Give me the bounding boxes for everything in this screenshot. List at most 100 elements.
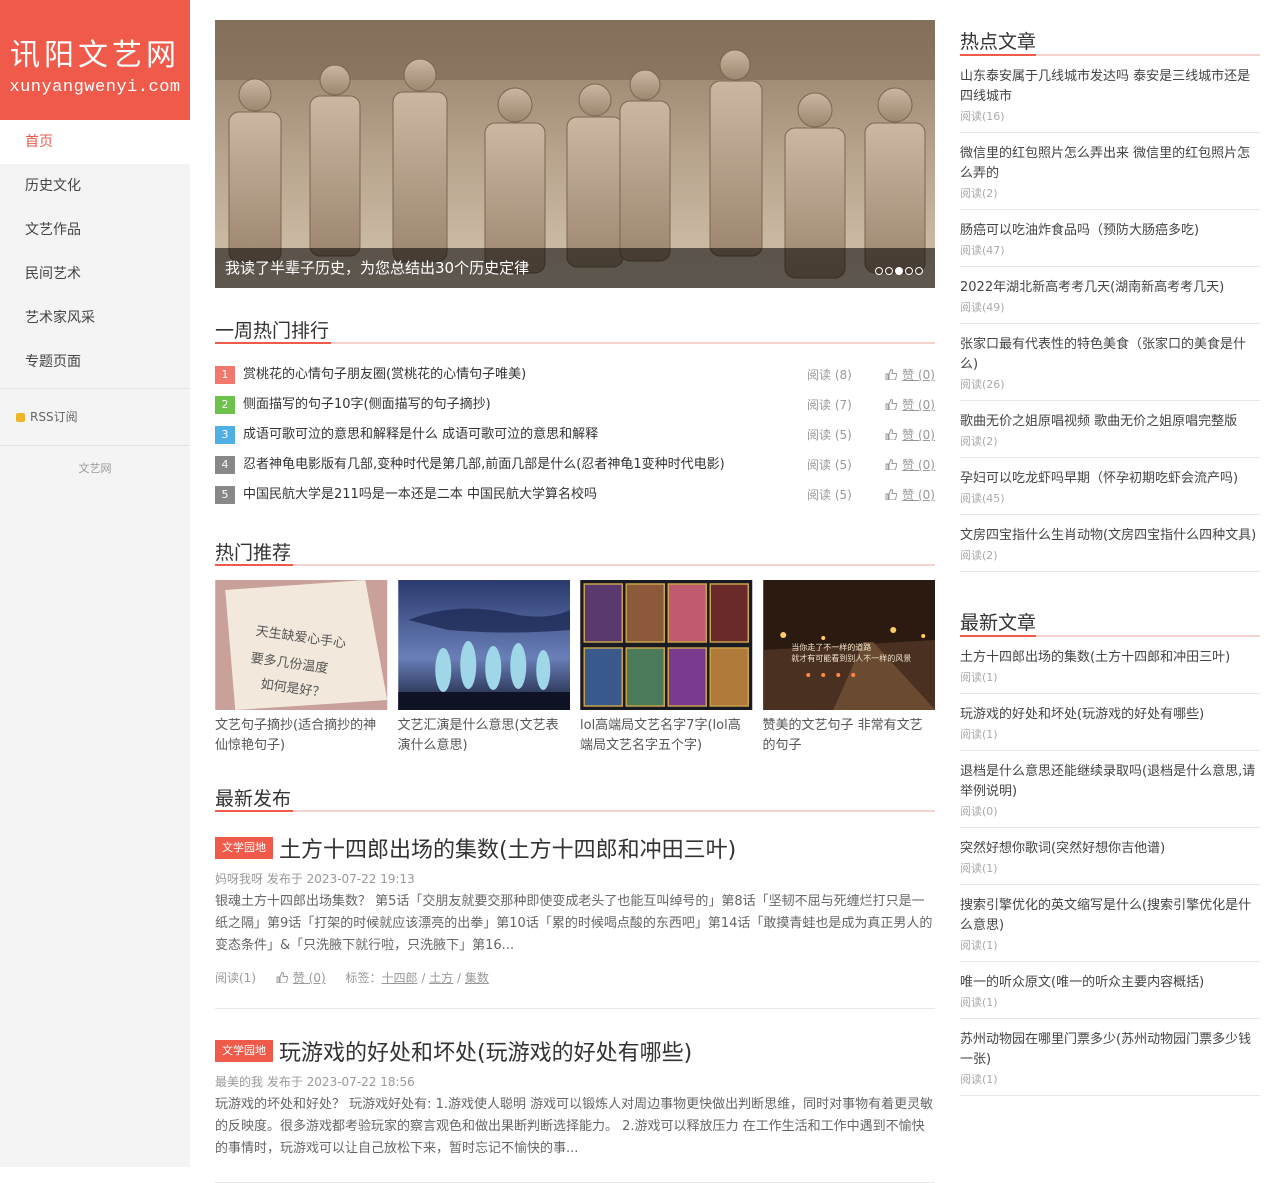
- nav-item-artists[interactable]: 艺术家风采: [0, 296, 190, 340]
- hot-article-title[interactable]: 微信里的红包照片怎么弄出来 微信里的红包照片怎么弄的: [960, 144, 1260, 184]
- thumbs-up-icon: [885, 369, 898, 380]
- ranking-like-button[interactable]: 赞 (0): [885, 390, 935, 420]
- night-text-line-2: 就才有可能看到别人不一样的风景: [791, 653, 911, 663]
- rank-number-badge: 2: [215, 396, 235, 414]
- ranking-like-button[interactable]: 赞 (0): [885, 360, 935, 390]
- post-tag[interactable]: 十四郎: [382, 971, 418, 985]
- hot-article-read-count: 阅读(2): [960, 435, 998, 448]
- ranking-item-title[interactable]: 侧面描写的句子10字(侧面描写的句子摘抄): [243, 397, 491, 412]
- post-tag[interactable]: 土方: [429, 971, 453, 985]
- ranking-item-title[interactable]: 忍者神龟电影版有几部,变种时代是第几部,前面几部是什么(忍者神龟1变种时代电影): [243, 457, 725, 472]
- site-name-cn: 讯阳文艺网: [10, 38, 180, 73]
- new-article-title[interactable]: 突然好想你歌词(突然好想你吉他谱): [960, 839, 1260, 859]
- hot-article-title[interactable]: 文房四宝指什么生肖动物(文房四宝指什么四种文具): [960, 526, 1260, 546]
- post-title[interactable]: 玩游戏的好处和坏处(玩游戏的好处有哪些): [279, 1041, 692, 1066]
- recommend-title: 热门推荐: [215, 538, 294, 566]
- hot-article-read-count: 阅读(2): [960, 549, 998, 562]
- post-tag-text: 十四郎: [381, 971, 418, 985]
- ranking-like-button[interactable]: 赞 (0): [885, 450, 935, 480]
- ranking-row: 1 赏桃花的心情句子朋友圈(赏桃花的心情句子唯美) 阅读 (8) 赞 (0): [215, 360, 935, 390]
- post-tag[interactable]: 集数: [465, 971, 489, 985]
- sidebar-footer: 文艺网: [78, 462, 112, 475]
- slider-caption-bar: 我读了半辈子历史，为您总结出30个历史定律: [215, 248, 935, 288]
- post-meta: 妈呀我呀 发布于 2023-07-22 19:13: [215, 870, 935, 887]
- nav-item-special-topics[interactable]: 专题页面: [0, 340, 190, 384]
- new-article-title[interactable]: 苏州动物园在哪里门票多少(苏州动物园门票多少钱一张): [960, 1030, 1260, 1070]
- nav-item-folk-art[interactable]: 民间艺术: [0, 252, 190, 296]
- ranking-item-title[interactable]: 中国民航大学是211吗是一本还是二本 中国民航大学算名校吗: [243, 487, 597, 502]
- recommend-caption: lol高端局文艺名字7字(lol高端局文艺名字五个字): [580, 718, 741, 753]
- hot-article-title[interactable]: 张家口最有代表性的特色美食（张家口的美食是什么): [960, 335, 1260, 375]
- slider-dot[interactable]: [895, 267, 903, 275]
- post-category-badge[interactable]: 文学园地: [215, 1040, 273, 1062]
- weekly-ranking-title: 一周热门排行: [215, 316, 332, 344]
- new-article-item: 土方十四郎出场的集数(土方十四郎和冲田三叶) 阅读(1): [960, 637, 1260, 694]
- new-article-item: 唯一的听众原文(唯一的听众主要内容概括) 阅读(1): [960, 962, 1260, 1019]
- ranking-item-title[interactable]: 成语可歌可泣的意思和解释是什么 成语可歌可泣的意思和解释: [243, 427, 598, 442]
- recommend-card[interactable]: 天生缺爱心手心 要多几份温度 如何是好？ 文艺句子摘抄(适合摘抄的神仙惊艳句子): [215, 580, 388, 756]
- post-item: 文学园地 玩游戏的好处和坏处(玩游戏的好处有哪些) 最美的我 发布于 2023-0…: [215, 1035, 935, 1183]
- hot-article-title[interactable]: 肠癌可以吃油炸食品吗（预防大肠癌多吃): [960, 221, 1260, 241]
- recommend-heading: 热门推荐: [215, 538, 935, 566]
- thumbs-up-icon: [885, 489, 898, 500]
- post-tag-text: 土方: [429, 971, 454, 985]
- weekly-ranking-heading: 一周热门排行: [215, 316, 935, 344]
- new-article-title[interactable]: 土方十四郎出场的集数(土方十四郎和冲田三叶): [960, 648, 1260, 668]
- slider-caption[interactable]: 我读了半辈子历史，为您总结出30个历史定律: [225, 248, 529, 288]
- post-date: 发布于 2023-07-22 19:13: [266, 872, 415, 886]
- ranking-read-count: 阅读 (5): [807, 428, 852, 442]
- nav-item-home[interactable]: 首页: [0, 120, 190, 164]
- new-article-item: 突然好想你歌词(突然好想你吉他谱) 阅读(1): [960, 828, 1260, 885]
- hot-article-read-count: 阅读(26): [960, 378, 1005, 391]
- slider-dot[interactable]: [875, 267, 883, 275]
- recommend-caption: 赞美的文艺句子 非常有文艺的句子: [762, 718, 923, 753]
- new-article-read-count: 阅读(1): [960, 862, 998, 875]
- post-author: 最美的我: [215, 1075, 264, 1089]
- hero-slider[interactable]: 我读了半辈子历史，为您总结出30个历史定律: [215, 20, 935, 288]
- post-title[interactable]: 土方十四郎出场的集数(土方十四郎和冲田三叶): [279, 838, 736, 863]
- hot-article-item: 肠癌可以吃油炸食品吗（预防大肠癌多吃) 阅读(47): [960, 210, 1260, 267]
- ranking-row: 5 中国民航大学是211吗是一本还是二本 中国民航大学算名校吗 阅读 (5) 赞 (0…: [215, 480, 935, 510]
- new-articles-heading: 最新文章: [960, 608, 1260, 637]
- slider-dot[interactable]: [915, 267, 923, 275]
- nav-item-literary-works[interactable]: 文艺作品: [0, 208, 190, 252]
- new-article-title[interactable]: 退档是什么意思还能继续录取吗(退档是什么意思,请举例说明): [960, 762, 1260, 802]
- nav-item-history-culture[interactable]: 历史文化: [0, 164, 190, 208]
- hot-article-title[interactable]: 歌曲无价之姐原唱视频 歌曲无价之姐原唱完整版: [960, 412, 1260, 432]
- post-excerpt: 玩游戏的坏处和好处？ 玩游戏好处有: 1.游戏使人聪明 游戏可以锻炼人对周边事物…: [215, 1097, 934, 1156]
- post-excerpt: 银魂土方十四郎出场集数？ 第5话「交朋友就要交那种即使变成老头了也能互叫绰号的」…: [215, 894, 933, 953]
- latest-title: 最新发布: [215, 784, 294, 812]
- recommend-card[interactable]: 当你走了不一样的道路 就才有可能看到别人不一样的风景 赞美的文艺句子 非常有文艺…: [763, 580, 936, 756]
- hot-article-title[interactable]: 山东泰安属于几线城市发达吗 泰安是三线城市还是四线城市: [960, 67, 1260, 107]
- slider-dot[interactable]: [885, 267, 893, 275]
- ranking-like-count: 赞 (0): [902, 428, 935, 442]
- post-read-count: 阅读(1): [215, 971, 256, 985]
- rss-label: RSS订阅: [30, 410, 78, 424]
- ranking-item-title[interactable]: 赏桃花的心情句子朋友圈(赏桃花的心情句子唯美): [243, 367, 526, 382]
- site-logo[interactable]: 讯阳文艺网 xunyangwenyi.com: [0, 0, 190, 120]
- rss-link[interactable]: RSS订阅: [0, 389, 190, 446]
- recommend-card[interactable]: lol高端局文艺名字7字(lol高端局文艺名字五个字): [580, 580, 753, 756]
- ranking-row: 3 成语可歌可泣的意思和解释是什么 成语可歌可泣的意思和解释 阅读 (5) 赞 (0): [215, 420, 935, 450]
- new-article-title[interactable]: 搜索引擎优化的英文缩写是什么(搜索引擎优化是什么意思): [960, 896, 1260, 936]
- new-article-title[interactable]: 唯一的听众原文(唯一的听众主要内容概括): [960, 973, 1260, 993]
- new-article-title[interactable]: 玩游戏的好处和坏处(玩游戏的好处有哪些): [960, 705, 1260, 725]
- hot-article-item: 微信里的红包照片怎么弄出来 微信里的红包照片怎么弄的 阅读(2): [960, 133, 1260, 210]
- rank-number-badge: 1: [215, 366, 235, 384]
- hot-articles-list: 山东泰安属于几线城市发达吗 泰安是三线城市还是四线城市阅读(16) 微信里的红包照…: [960, 56, 1260, 572]
- slider-dots: [873, 263, 923, 279]
- hot-article-read-count: 阅读(16): [960, 110, 1005, 123]
- hot-article-title[interactable]: 2022年湖北新高考考几天(湖南新高考考几天): [960, 278, 1260, 298]
- ranking-like-button[interactable]: 赞 (0): [885, 480, 935, 510]
- ranking-like-count: 赞 (0): [902, 458, 935, 472]
- post-like-button[interactable]: 赞 (0): [276, 971, 326, 985]
- recommend-grid: 天生缺爱心手心 要多几份温度 如何是好？ 文艺句子摘抄(适合摘抄的神仙惊艳句子)…: [215, 580, 935, 756]
- ranking-like-button[interactable]: 赞 (0): [885, 420, 935, 450]
- post-footer: 阅读(1) 赞 (0) 标签：十四郎 / 土方 / 集数: [215, 971, 489, 985]
- ranking-read-count: 阅读 (5): [807, 458, 852, 472]
- post-category-badge[interactable]: 文学园地: [215, 837, 273, 859]
- slider-dot[interactable]: [905, 267, 913, 275]
- recommend-card[interactable]: 文艺汇演是什么意思(文艺表演什么意思): [398, 580, 571, 756]
- new-articles-title: 最新文章: [960, 608, 1037, 637]
- hot-article-title[interactable]: 孕妇可以吃龙虾吗早期（怀孕初期吃虾会流产吗): [960, 469, 1260, 489]
